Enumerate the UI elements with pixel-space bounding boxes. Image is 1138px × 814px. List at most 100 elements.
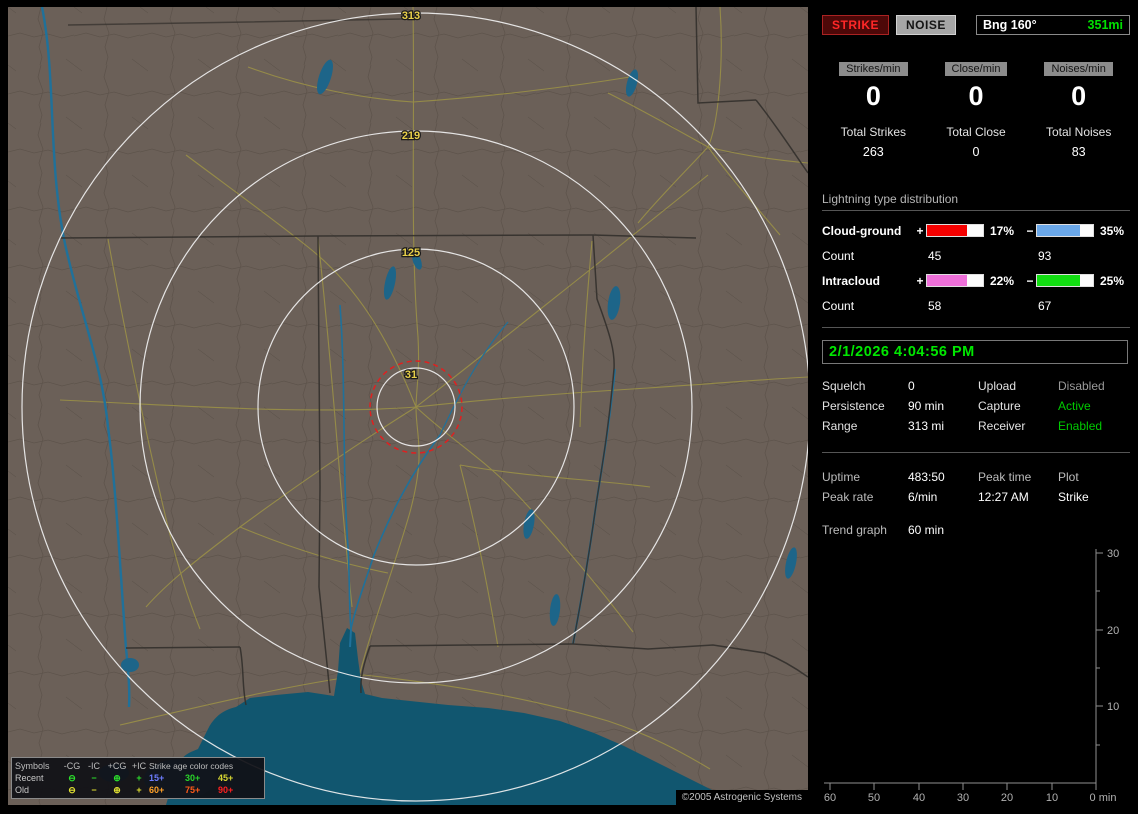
- cg-plus-count: 45: [928, 248, 942, 263]
- age-75-label: 75+: [185, 785, 201, 795]
- minus-sign: −: [1026, 223, 1034, 238]
- settings-row: Range 313 mi Receiver Enabled: [822, 416, 1130, 436]
- receiver-label: Receiver: [978, 419, 1026, 433]
- stats-row: Uptime 483:50 Peak time Plot: [822, 467, 1130, 487]
- map-svg: 313 219 125 31: [8, 7, 808, 805]
- datetime-display: 2/1/2026 4:04:56 PM: [822, 340, 1128, 364]
- peak-time-value: 12:27 AM: [978, 490, 1029, 504]
- plot-value: Strike: [1058, 490, 1089, 504]
- mode-toolbar: STRIKE NOISE Bng 160° 351mi: [822, 15, 1130, 35]
- count-label: Count: [822, 298, 855, 313]
- total-close-value: 0: [972, 145, 980, 159]
- total-strikes: Total Strikes 263: [822, 125, 925, 159]
- side-panel: STRIKE NOISE Bng 160° 351mi Strikes/min …: [818, 0, 1130, 812]
- legend-age-header: Strike age color codes: [149, 761, 234, 771]
- x-tick-0: 0 min: [1090, 792, 1117, 804]
- range-value: 313 mi: [908, 419, 945, 433]
- distribution-title: Lightning type distribution: [822, 192, 1130, 211]
- close-per-min-value: 0: [968, 81, 984, 111]
- persistence-label: Persistence: [822, 399, 885, 413]
- total-strikes-label: Total Strikes: [840, 125, 907, 139]
- plot-label: Plot: [1058, 470, 1079, 484]
- plus-sign: +: [916, 223, 924, 238]
- upload-label: Upload: [978, 379, 1017, 393]
- capture-label: Capture: [978, 399, 1021, 413]
- neg-cg-recent-icon: ⊖: [68, 773, 76, 783]
- total-close: Total Close 0: [925, 125, 1028, 159]
- settings-row: Squelch 0 Upload Disabled: [822, 376, 1130, 396]
- legend-symbols-header: Symbols: [15, 761, 50, 771]
- intracloud-label: Intracloud: [822, 273, 881, 288]
- legend-pos-cg-header: +CG: [107, 761, 127, 771]
- legend-neg-cg-header: -CG: [63, 761, 81, 771]
- bearing-label: Bng 160°: [983, 18, 1037, 32]
- noises-per-min-value: 0: [1071, 81, 1087, 111]
- map-area[interactable]: 313 219 125 31 Symbols -CG -IC +CG +IC S…: [8, 7, 808, 805]
- range-label-219: 219: [402, 130, 420, 142]
- cg-plus-bar-fill: [927, 225, 968, 236]
- total-strikes-value: 263: [862, 145, 884, 159]
- noises-per-min-label: Noises/min: [1044, 62, 1113, 76]
- pos-cg-old-icon: ⊕: [113, 785, 121, 795]
- intracloud-row: Intracloud + 22% − 25%: [822, 268, 1130, 293]
- bearing-distance: 351mi: [1087, 18, 1123, 32]
- minus-sign: −: [1026, 273, 1034, 288]
- total-noises-value: 83: [1071, 145, 1086, 159]
- legend-old-label: Old: [15, 785, 30, 795]
- lightning-distribution: Lightning type distribution Cloud-ground…: [822, 192, 1130, 328]
- age-90-label: 90+: [218, 785, 234, 795]
- x-tick-60: 60: [824, 792, 836, 804]
- peak-time-label: Peak time: [978, 470, 1032, 484]
- range-label: Range: [822, 419, 858, 433]
- map-legend: Symbols -CG -IC +CG +IC Strike age color…: [11, 757, 265, 799]
- trend-graph-label: Trend graph: [822, 523, 887, 537]
- rate-boxes: Strikes/min 0 Close/min 0 Noises/min 0: [822, 61, 1130, 112]
- count-label: Count: [822, 248, 855, 263]
- cg-minus-count: 93: [1038, 248, 1052, 263]
- age-45-label: 45+: [218, 773, 234, 783]
- capture-status: Active: [1058, 399, 1091, 413]
- cloud-ground-row: Cloud-ground + 17% − 35%: [822, 218, 1130, 243]
- trend-y-labels: 30 20 10: [1107, 548, 1119, 713]
- squelch-label: Squelch: [822, 379, 866, 393]
- strike-toggle-button[interactable]: STRIKE: [822, 15, 890, 35]
- intracloud-count-row: Count 58 67: [822, 293, 1130, 318]
- pos-ic-recent-icon: +: [136, 773, 142, 783]
- ic-plus-pct: 22%: [990, 273, 1015, 288]
- age-15-label: 15+: [149, 773, 165, 783]
- ic-minus-pct: 25%: [1100, 273, 1125, 288]
- legend-pos-ic-header: +IC: [131, 761, 147, 771]
- persistence-value: 90 min: [908, 399, 945, 413]
- cg-minus-pct: 35%: [1100, 223, 1125, 238]
- cg-minus-bar-fill: [1037, 225, 1080, 236]
- ic-minus-bar-fill: [1037, 275, 1080, 286]
- trend-caption: Trend graph 60 min: [822, 523, 1130, 537]
- total-noises-label: Total Noises: [1045, 125, 1112, 139]
- strikes-per-min-value: 0: [865, 81, 881, 111]
- upload-status: Disabled: [1058, 379, 1105, 393]
- totals-row: Total Strikes 263 Total Close 0 Total No…: [822, 125, 1130, 159]
- close-per-min: Close/min 0: [925, 61, 1028, 112]
- noises-per-min: Noises/min 0: [1027, 61, 1130, 112]
- uptime-label: Uptime: [822, 470, 861, 484]
- neg-ic-recent-icon: −: [91, 773, 97, 783]
- noise-toggle-button[interactable]: NOISE: [896, 15, 956, 35]
- copyright-text: ©2005 Astrogenic Systems: [675, 790, 808, 805]
- age-60-label: 60+: [149, 785, 165, 795]
- x-tick-40: 40: [913, 792, 925, 804]
- range-label-31: 31: [405, 369, 417, 381]
- strikes-per-min: Strikes/min 0: [822, 61, 925, 112]
- total-noises: Total Noises 83: [1027, 125, 1130, 159]
- uptime-value: 483:50: [908, 470, 945, 484]
- y-tick-30: 30: [1107, 548, 1119, 560]
- close-per-min-label: Close/min: [944, 62, 1008, 76]
- ic-plus-count: 58: [928, 298, 942, 313]
- stats-row: Peak rate 6/min 12:27 AM Strike: [822, 487, 1130, 507]
- range-label-125: 125: [402, 247, 420, 259]
- x-tick-10: 10: [1046, 792, 1058, 804]
- x-tick-50: 50: [868, 792, 880, 804]
- squelch-value: 0: [908, 379, 915, 393]
- age-30-label: 30+: [185, 773, 201, 783]
- neg-cg-old-icon: ⊖: [68, 785, 76, 795]
- peak-rate-value: 6/min: [908, 490, 938, 504]
